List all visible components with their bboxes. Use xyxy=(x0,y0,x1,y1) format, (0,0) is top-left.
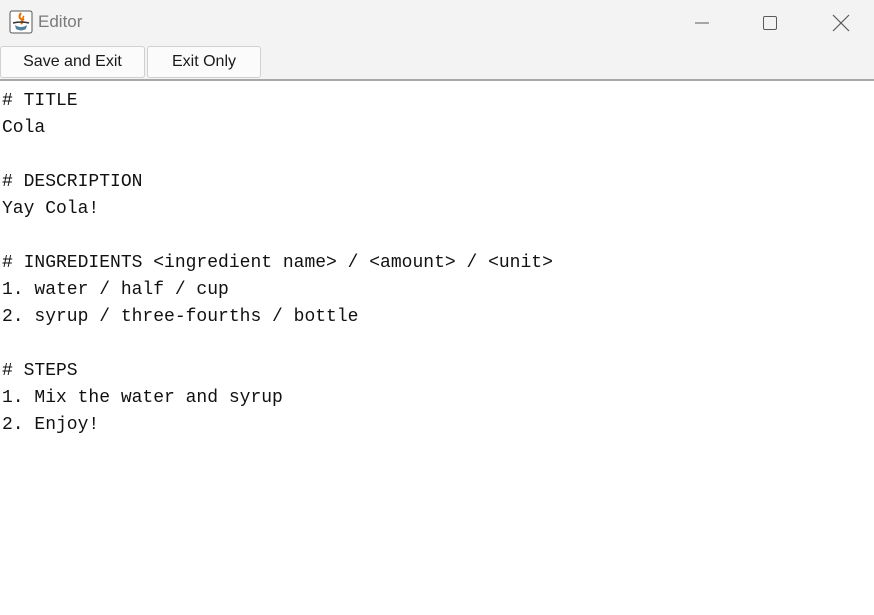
editor-line: Yay Cola! xyxy=(2,199,100,219)
exit-only-button[interactable]: Exit Only xyxy=(147,46,261,78)
toolbar: Save and Exit Exit Only xyxy=(0,45,874,79)
editor-line: 1. Mix the water and syrup xyxy=(2,388,283,408)
window-title: Editor xyxy=(38,12,83,31)
close-icon xyxy=(832,14,850,32)
editor-line: 2. syrup / three-fourths / bottle xyxy=(2,307,359,327)
editor-line: # TITLE xyxy=(2,91,78,111)
title-bar[interactable]: Editor xyxy=(0,0,874,45)
editor-line: # DESCRIPTION xyxy=(2,172,143,192)
editor-line: 1. water / half / cup xyxy=(2,280,229,300)
editor-line: # INGREDIENTS <ingredient name> / <amoun… xyxy=(2,253,553,273)
maximize-icon xyxy=(762,15,778,31)
java-cup-icon xyxy=(9,10,33,34)
minimize-button[interactable] xyxy=(679,0,725,45)
editor-window: Editor Save and Exit Exit Only # TITLE C… xyxy=(0,0,874,615)
minimize-icon xyxy=(694,15,710,31)
text-editor-area[interactable]: # TITLE Cola # DESCRIPTION Yay Cola! # I… xyxy=(0,81,874,615)
save-and-exit-button[interactable]: Save and Exit xyxy=(0,46,145,78)
editor-line: Cola xyxy=(2,118,46,138)
editor-line: # STEPS xyxy=(2,361,78,381)
close-button[interactable] xyxy=(818,0,864,45)
maximize-button[interactable] xyxy=(747,0,793,45)
editor-line: 2. Enjoy! xyxy=(2,415,100,435)
